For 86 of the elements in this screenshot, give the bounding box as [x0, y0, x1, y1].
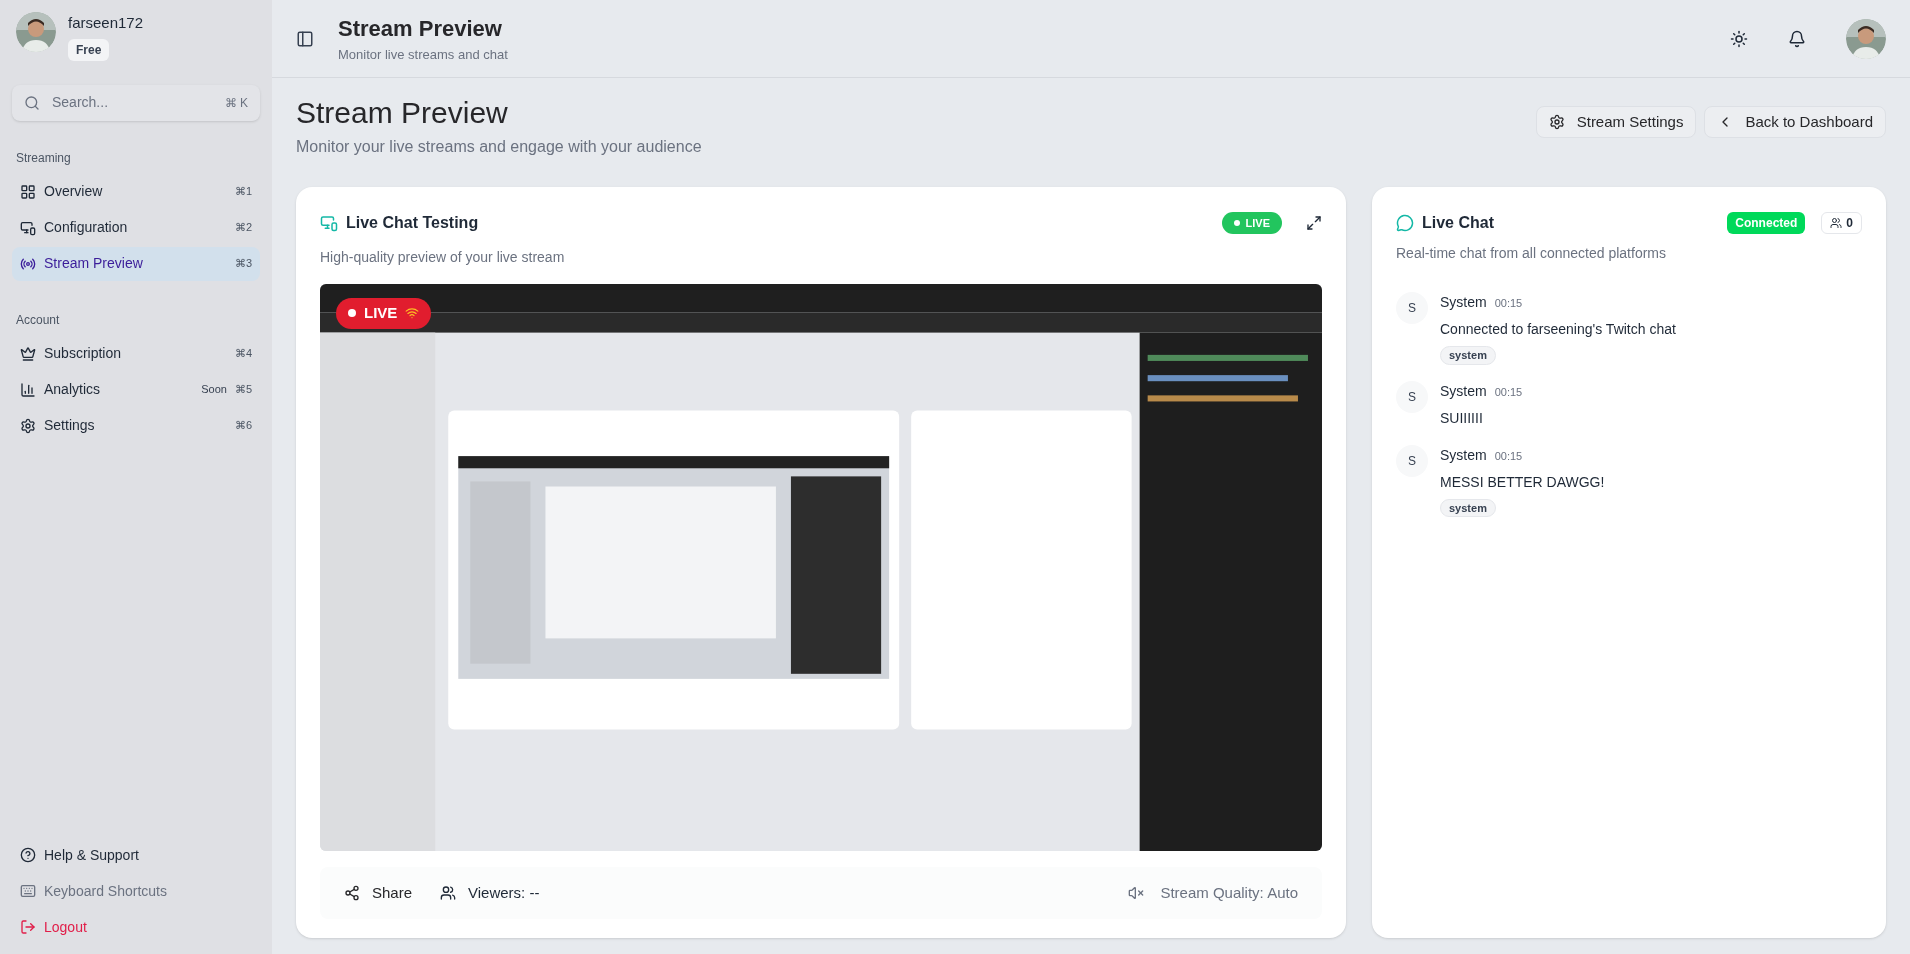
notification-icon[interactable] [1788, 29, 1806, 48]
card-subtitle: Real-time chat from all connected platforms [1396, 244, 1667, 263]
live-overlay-badge: LIVE [336, 298, 432, 329]
shortcut-hint: ⌘4 [234, 346, 252, 362]
wifi-icon [405, 306, 420, 321]
page-title: Stream Preview [296, 95, 509, 131]
author-avatar: S [1396, 380, 1428, 413]
shortcut-hint: ⌘5 [234, 382, 252, 398]
shortcut-hint: ⌘ K [224, 94, 248, 112]
author-avatar: S [1396, 292, 1428, 324]
nav-label: Configuration [44, 218, 129, 237]
theme-icon[interactable] [1730, 29, 1748, 48]
message-time: 00:15 [1494, 296, 1523, 311]
message-text: MESSI BETTER DAWGG! [1440, 472, 1605, 492]
connected-badge: Connected [1727, 212, 1806, 234]
stream-quality: Stream Quality: Auto [1160, 882, 1298, 903]
page-subtitle: Monitor your live streams and engage with your audience [296, 137, 702, 157]
message-tag: system [1440, 346, 1496, 365]
settings-button[interactable]: Stream Settings [1535, 106, 1697, 138]
search-input[interactable]: Search... [52, 92, 213, 113]
plan-badge: Free [68, 38, 110, 61]
message-author: System [1440, 445, 1487, 465]
sidebar-toggle-icon[interactable] [296, 29, 314, 48]
viewer-count-badge: 0 [1821, 212, 1862, 234]
nav-label: Analytics [44, 380, 102, 399]
soon-label: Soon [201, 382, 227, 398]
nav-label: Overview [44, 182, 104, 201]
nav-label: Stream Preview [44, 254, 144, 273]
footer-label: Help & Support [44, 845, 139, 865]
author-avatar: S [1396, 444, 1428, 477]
footer-link[interactable]: Keyboard Shortcuts [12, 876, 260, 906]
help-icon [20, 847, 36, 863]
header-title: Stream Preview [338, 15, 503, 44]
shortcut-hint: ⌘3 [234, 256, 252, 272]
footer-link[interactable]: Logout [12, 912, 260, 942]
message-author: System [1440, 293, 1487, 312]
back-button[interactable]: Back to Dashboard [1704, 106, 1886, 138]
message-time: 00:15 [1494, 384, 1523, 400]
footer-link[interactable]: Help & Support [12, 840, 260, 870]
gear-icon [20, 417, 36, 434]
nav-item[interactable]: Subscription ⌘4 [12, 336, 260, 371]
username: farseen172 [68, 13, 144, 33]
nav-item[interactable]: Analytics Soon ⌘5 [12, 372, 260, 407]
search-icon [24, 94, 40, 111]
message-author: System [1440, 381, 1487, 401]
card-subtitle: High-quality preview of your live stream [320, 248, 566, 267]
avatar[interactable] [1846, 18, 1886, 59]
card-title: Live Chat [1422, 213, 1494, 233]
shortcut-hint: ⌘2 [234, 220, 252, 236]
section-heading: Account [15, 311, 61, 329]
keyboard-icon [20, 883, 36, 899]
message-time: 00:15 [1494, 448, 1523, 464]
settings-icon [1548, 114, 1565, 130]
shortcut-hint: ⌘6 [234, 418, 252, 434]
devices-icon [320, 214, 338, 232]
crown-icon [20, 345, 36, 362]
share-button[interactable]: Share [344, 881, 413, 905]
share-icon [344, 885, 360, 901]
grid-icon [20, 183, 36, 200]
shortcut-hint: ⌘1 [234, 184, 252, 200]
chat-icon [1396, 214, 1414, 232]
nav-item[interactable]: Stream Preview ⌘3 [12, 246, 260, 281]
nav-item[interactable]: Settings ⌘6 [12, 408, 260, 443]
nav-label: Settings [44, 416, 96, 435]
viewer-count: Viewers: -- [468, 882, 540, 903]
fullscreen-icon[interactable] [1306, 215, 1322, 231]
nav-label: Subscription [44, 344, 123, 363]
card-title: Live Chat Testing [346, 213, 479, 233]
avatar[interactable] [16, 12, 56, 52]
message-tag: system [1440, 498, 1496, 517]
logout-icon [20, 919, 36, 935]
muted-icon[interactable] [1128, 885, 1145, 901]
nav-item[interactable]: Configuration ⌘2 [12, 210, 260, 245]
devices-icon [20, 219, 36, 236]
search-field[interactable]: Search... ⌘ K [12, 84, 260, 121]
section-heading: Streaming [15, 149, 72, 167]
footer-label: Logout [44, 917, 87, 937]
header-subtitle: Monitor live streams and chat [338, 46, 508, 65]
live-badge: LIVE [1221, 211, 1282, 235]
nav-item[interactable]: Overview ⌘1 [12, 174, 260, 209]
chart-icon [20, 381, 36, 398]
message-text: SUIIIIII [1440, 408, 1484, 428]
footer-label: Keyboard Shortcuts [44, 881, 167, 901]
message-text: Connected to farseening's Twitch chat [1440, 320, 1676, 339]
users-icon [1830, 217, 1843, 229]
viewers-icon [440, 885, 457, 901]
